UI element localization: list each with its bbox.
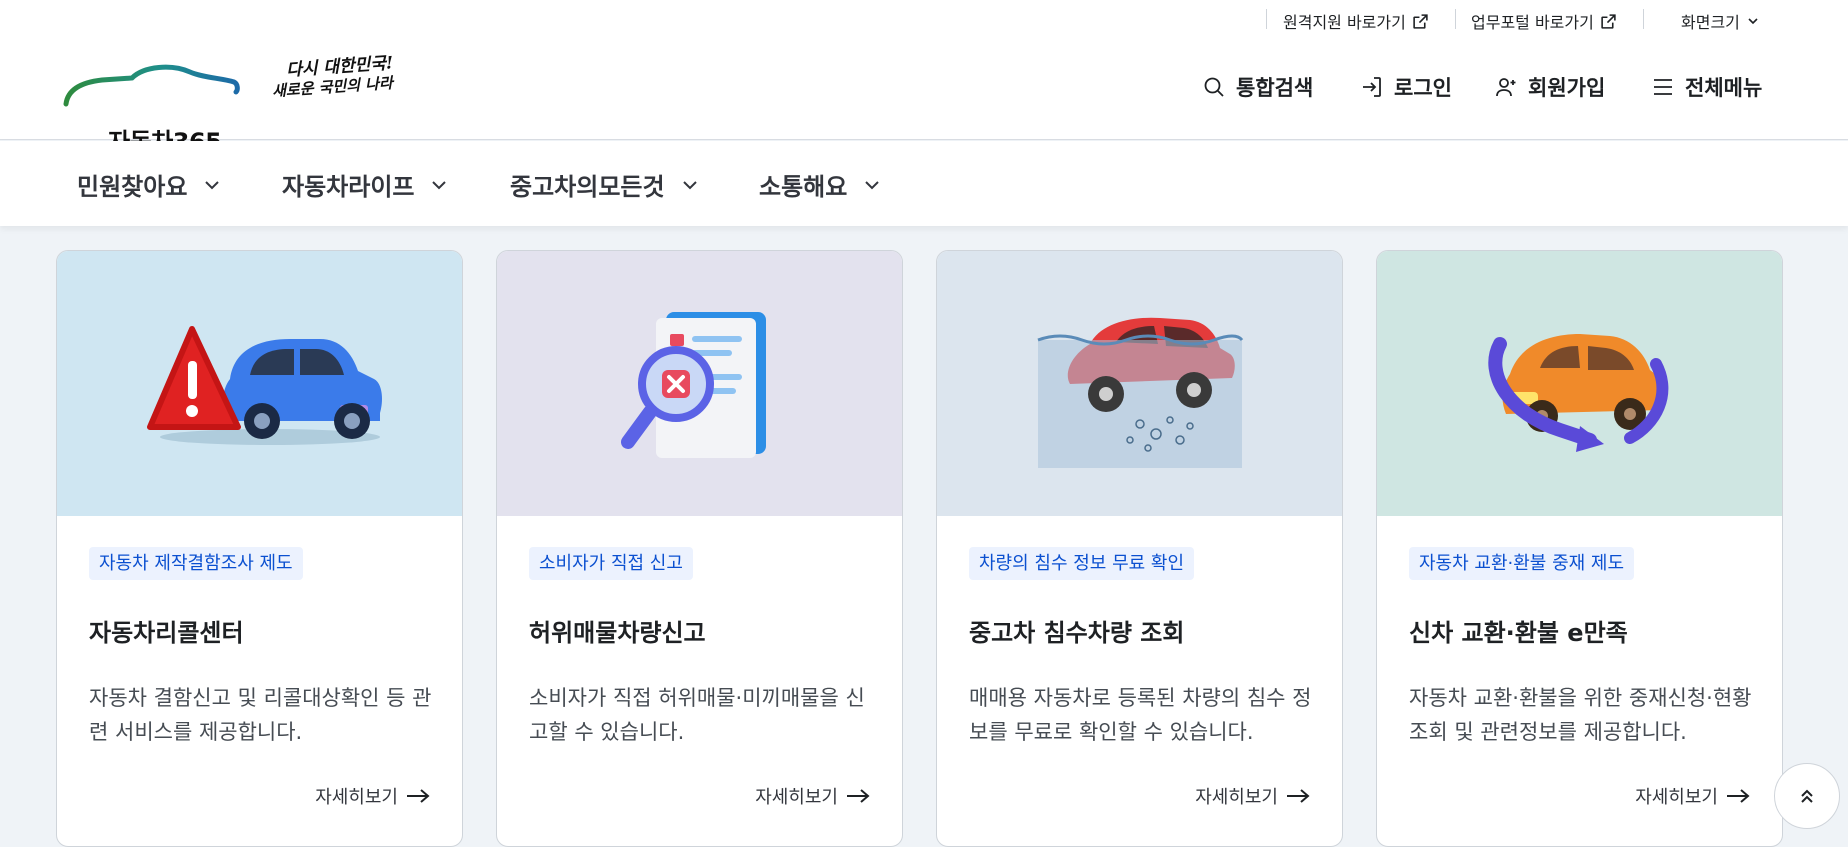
- more-label: 자세히보기: [755, 787, 838, 808]
- card-image: [57, 251, 462, 516]
- card-title: 허위매물차량신고: [529, 619, 706, 647]
- nav-item-car-life[interactable]: 자동차라이프: [282, 167, 448, 202]
- scroll-to-top-button[interactable]: [1774, 763, 1840, 829]
- card-badge: 자동차 제작결함조사 제도: [89, 547, 303, 580]
- slogan-logo: 다시 대한민국! 새로운 국민의 나라: [272, 52, 412, 112]
- work-portal-label: 업무포털 바로가기: [1471, 13, 1594, 32]
- search-button[interactable]: 통합검색: [1202, 70, 1313, 104]
- full-menu-button[interactable]: 전체메뉴: [1651, 70, 1762, 104]
- header: 자동차365 다시 대한민국! 새로운 국민의 나라 통합검색 로그인 회원가입…: [0, 38, 1848, 156]
- document-search-icon: [620, 311, 766, 458]
- arrow-right-icon: [1287, 789, 1310, 803]
- flooded-car-icon: [1036, 317, 1243, 468]
- card-more-link[interactable]: 자세히보기: [1195, 783, 1310, 809]
- arrow-right-icon: [407, 789, 430, 803]
- card-badge: 소비자가 직접 신고: [529, 547, 693, 580]
- login-button[interactable]: 로그인: [1360, 70, 1452, 104]
- divider: [1266, 9, 1267, 29]
- car-warning-icon: [146, 325, 382, 445]
- login-label: 로그인: [1394, 76, 1452, 100]
- card-title: 중고차 침수차량 조회: [969, 619, 1185, 647]
- divider: [1455, 9, 1456, 29]
- card-description: 매매용 자동차로 등록된 차량의 침수 정보를 무료로 확인할 수 있습니다.: [969, 686, 1312, 744]
- chevron-down-icon: [205, 180, 220, 189]
- card-image: [1377, 251, 1782, 516]
- nav-item-used-car[interactable]: 중고차의모든것: [510, 167, 699, 202]
- service-card-exchange-refund[interactable]: 자동차 교환·환불 중재 제도 신차 교환·환불 e만족 자동차 교환·환불을 …: [1376, 250, 1783, 847]
- card-more-link[interactable]: 자세히보기: [755, 783, 870, 809]
- remote-support-label: 원격지원 바로가기: [1283, 13, 1406, 32]
- search-icon: [1204, 77, 1224, 97]
- full-menu-label: 전체메뉴: [1685, 76, 1763, 100]
- nav-item-label: 소통해요: [759, 173, 848, 201]
- card-description: 자동차 결함신고 및 리콜대상확인 등 관련 서비스를 제공합니다.: [89, 686, 432, 744]
- car365-logo-icon: [63, 64, 240, 107]
- add-user-icon: [1496, 78, 1516, 97]
- main-navigation: 민원찾아요 자동차라이프 중고차의모든것 소통해요: [0, 141, 1848, 226]
- card-description: 소비자가 직접 허위매물·미끼매물을 신고할 수 있습니다.: [529, 686, 865, 744]
- service-card-false-listing[interactable]: 소비자가 직접 신고 허위매물차량신고 소비자가 직접 허위매물·미끼매물을 신…: [496, 250, 903, 847]
- car-exchange-icon: [1487, 333, 1668, 452]
- screen-size-label: 화면크기: [1681, 13, 1740, 32]
- card-title: 신차 교환·환불 e만족: [1409, 619, 1628, 647]
- chevron-down-icon: [432, 180, 447, 189]
- card-badge: 차량의 침수 정보 무료 확인: [969, 547, 1195, 580]
- arrow-right-icon: [1727, 789, 1750, 803]
- signup-button[interactable]: 회원가입: [1494, 70, 1605, 104]
- card-title: 자동차리콜센터: [89, 619, 244, 647]
- card-more-link[interactable]: 자세히보기: [315, 783, 430, 809]
- nav-item-label: 자동차라이프: [282, 173, 415, 201]
- nav-item-label: 민원찾아요: [77, 173, 188, 201]
- login-icon: [1363, 77, 1381, 97]
- utility-bar: 원격지원 바로가기 업무포털 바로가기 화면크기: [0, 0, 1848, 38]
- divider: [1643, 9, 1644, 29]
- search-label: 통합검색: [1236, 76, 1314, 100]
- double-chevron-up-icon: [1801, 789, 1813, 803]
- remote-support-link[interactable]: 원격지원 바로가기: [1283, 9, 1429, 33]
- nav-item-communication[interactable]: 소통해요: [759, 167, 881, 202]
- card-description: 자동차 교환·환불을 위한 중재신청·현황 조회 및 관련정보를 제공합니다.: [1409, 686, 1752, 744]
- more-label: 자세히보기: [315, 787, 398, 808]
- work-portal-link[interactable]: 업무포털 바로가기: [1471, 9, 1617, 33]
- external-link-icon: [1601, 13, 1616, 29]
- chevron-down-icon: [865, 180, 880, 189]
- chevron-down-icon: [682, 180, 697, 189]
- signup-label: 회원가입: [1528, 76, 1606, 100]
- service-card-flooded-car[interactable]: 차량의 침수 정보 무료 확인 중고차 침수차량 조회 매매용 자동차로 등록된…: [936, 250, 1343, 847]
- more-label: 자세히보기: [1635, 787, 1718, 808]
- more-label: 자세히보기: [1195, 787, 1278, 808]
- service-card-recall[interactable]: 자동차 제작결함조사 제도 자동차리콜센터 자동차 결함신고 및 리콜대상확인 …: [56, 250, 463, 847]
- external-link-icon: [1413, 13, 1428, 29]
- nav-item-civil-service[interactable]: 민원찾아요: [77, 167, 221, 202]
- chevron-down-icon: [1748, 18, 1758, 25]
- card-badge: 자동차 교환·환불 중재 제도: [1409, 547, 1635, 580]
- screen-size-dropdown[interactable]: 화면크기: [1681, 9, 1760, 33]
- card-image: [937, 251, 1342, 516]
- hamburger-menu-icon: [1654, 79, 1672, 95]
- card-more-link[interactable]: 자세히보기: [1635, 783, 1750, 809]
- card-image: [497, 251, 902, 516]
- nav-item-label: 중고차의모든것: [510, 173, 665, 201]
- arrow-right-icon: [847, 789, 870, 803]
